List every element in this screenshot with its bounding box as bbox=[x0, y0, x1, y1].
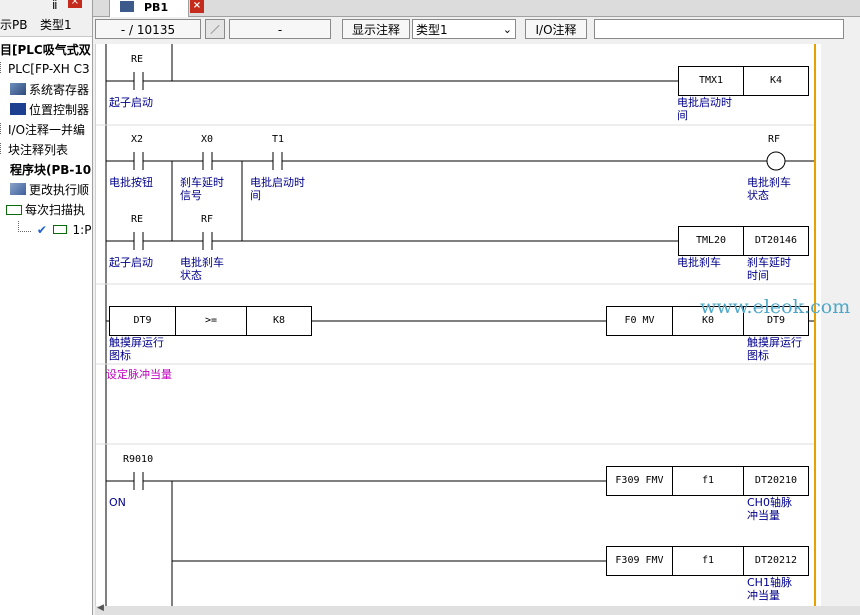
pin-icon[interactable]: ⅱ bbox=[52, 0, 58, 12]
gear-icon bbox=[10, 183, 26, 195]
checkmark-icon: ✔ bbox=[36, 223, 47, 237]
type-select[interactable]: 类型1 ⌄ bbox=[412, 19, 516, 39]
contact-comment: 电批启动时 间 bbox=[250, 176, 305, 202]
ladder-block-icon bbox=[52, 225, 67, 234]
instruction-box[interactable]: F309 FMV bbox=[606, 466, 673, 496]
contact-address[interactable]: X2 bbox=[131, 134, 143, 145]
panel-tab-strip: 示PB 类型1 ⅱ × bbox=[0, 0, 92, 37]
instruction-box[interactable]: F0 MV bbox=[606, 306, 673, 336]
contact-address[interactable]: X0 bbox=[201, 134, 213, 145]
tree-item-change-order[interactable]: 更改执行顺 bbox=[10, 181, 89, 198]
horizontal-scrollbar[interactable]: ◀ bbox=[95, 603, 860, 615]
contact-address[interactable]: R9010 bbox=[123, 454, 153, 465]
instruction-box[interactable]: F309 FMV bbox=[606, 546, 673, 576]
position-control-icon bbox=[10, 103, 26, 115]
address-field[interactable]: - / 10135 bbox=[95, 19, 201, 39]
operand-box[interactable]: f1 bbox=[672, 546, 744, 576]
tab-pb1[interactable]: PB1 × bbox=[109, 0, 204, 17]
timer-box[interactable]: TML20 bbox=[678, 226, 744, 256]
ladder-toolbar: - / 10135 - 显示注释 类型1 ⌄ I/O注释 bbox=[93, 17, 860, 43]
timer-box[interactable]: TMX1 bbox=[678, 66, 744, 96]
compare-operand-box[interactable]: DT9 bbox=[109, 306, 176, 336]
block-annotation: 设定脉冲当量 bbox=[106, 368, 172, 381]
ladder-block-icon bbox=[6, 205, 22, 215]
io-comment-input[interactable] bbox=[594, 19, 844, 39]
scroll-left-icon[interactable]: ◀ bbox=[97, 603, 104, 613]
contact-comment: ON bbox=[109, 496, 126, 509]
tree-item-each-scan[interactable]: 每次扫描执 bbox=[6, 201, 85, 218]
timer-comment: 电批刹车 bbox=[677, 256, 721, 269]
coil-address[interactable]: RF bbox=[768, 134, 780, 145]
right-power-rail bbox=[814, 44, 816, 615]
program-icon bbox=[120, 1, 134, 12]
tree-item-system-register[interactable]: 系统寄存器 bbox=[10, 81, 89, 98]
operand-box[interactable]: DT20212 bbox=[743, 546, 809, 576]
tree-item-project[interactable]: 目[PLC吸气式双 bbox=[0, 41, 91, 58]
contact-address[interactable]: RE bbox=[131, 214, 143, 225]
tree-item-plc[interactable]: PLC[FP-XH C3 bbox=[0, 62, 90, 76]
tree-item-position-control[interactable]: 位置控制器 bbox=[10, 101, 89, 118]
operand-comment: CH1轴脉 冲当量 bbox=[747, 576, 792, 602]
operand-box[interactable]: f1 bbox=[672, 466, 744, 496]
chevron-down-icon: ⌄ bbox=[502, 23, 512, 36]
compare-operator-box[interactable]: >= bbox=[175, 306, 247, 336]
contact-comment: 电批按钮 bbox=[109, 176, 153, 189]
document-tab-strip: PB1 × bbox=[93, 0, 860, 17]
compare-operand-box[interactable]: K8 bbox=[246, 306, 312, 336]
close-icon[interactable]: × bbox=[68, 0, 82, 8]
tree-branch-icon bbox=[18, 221, 31, 232]
project-tree-panel: 示PB 类型1 ⅱ × 目[PLC吸气式双 PLC[FP-XH C3 系统寄存器… bbox=[0, 0, 93, 615]
contact-address[interactable]: RE bbox=[131, 54, 143, 65]
wrench-icon bbox=[10, 83, 26, 95]
io-comment-button[interactable]: I/O注释 bbox=[525, 19, 587, 39]
contact-comment: 起子启动 bbox=[109, 96, 153, 109]
show-comment-button[interactable]: 显示注释 bbox=[342, 19, 410, 39]
operand-comment: CH0轴脉 冲当量 bbox=[747, 496, 792, 522]
step-field[interactable]: - bbox=[229, 19, 331, 39]
contact-address[interactable]: T1 bbox=[272, 134, 284, 145]
contact-address[interactable]: RF bbox=[201, 214, 213, 225]
disabled-icon bbox=[205, 19, 225, 39]
tree-item-pb1[interactable]: ✔ 1:P bbox=[18, 221, 91, 237]
contact-comment: 起子启动 bbox=[109, 256, 153, 269]
timer-comment: 电批启动时 间 bbox=[677, 96, 732, 122]
tree-item-io-comments[interactable]: I/O注释一并编 bbox=[0, 121, 85, 138]
compare-comment: 触摸屏运行 图标 bbox=[109, 336, 164, 362]
tree-item-program-blocks[interactable]: 程序块(PB-10 bbox=[10, 161, 91, 178]
tab-type1[interactable]: 类型1 bbox=[40, 16, 72, 33]
operand-box[interactable]: DT20210 bbox=[743, 466, 809, 496]
contact-comment: 刹车延时 信号 bbox=[180, 176, 224, 202]
contact-comment: 电批刹车 状态 bbox=[180, 256, 224, 282]
timer-preset-box[interactable]: K4 bbox=[743, 66, 809, 96]
ladder-editor[interactable]: RE 起子启动 TMX1 K4 电批启动时 间 X2 电批按钮 X0 刹车延时 … bbox=[95, 44, 850, 615]
operand-comment: 触摸屏运行 图标 bbox=[747, 336, 802, 362]
coil-comment: 电批刹车 状态 bbox=[747, 176, 791, 202]
close-tab-icon[interactable]: × bbox=[190, 0, 204, 13]
tree-item-block-comments[interactable]: 块注释列表 bbox=[0, 141, 68, 158]
tab-display-pb[interactable]: 示PB bbox=[0, 16, 27, 33]
timer-preset-comment: 刹车延时 时间 bbox=[747, 256, 791, 282]
timer-preset-box[interactable]: DT20146 bbox=[743, 226, 809, 256]
watermark: www.eleok.com bbox=[700, 296, 851, 318]
